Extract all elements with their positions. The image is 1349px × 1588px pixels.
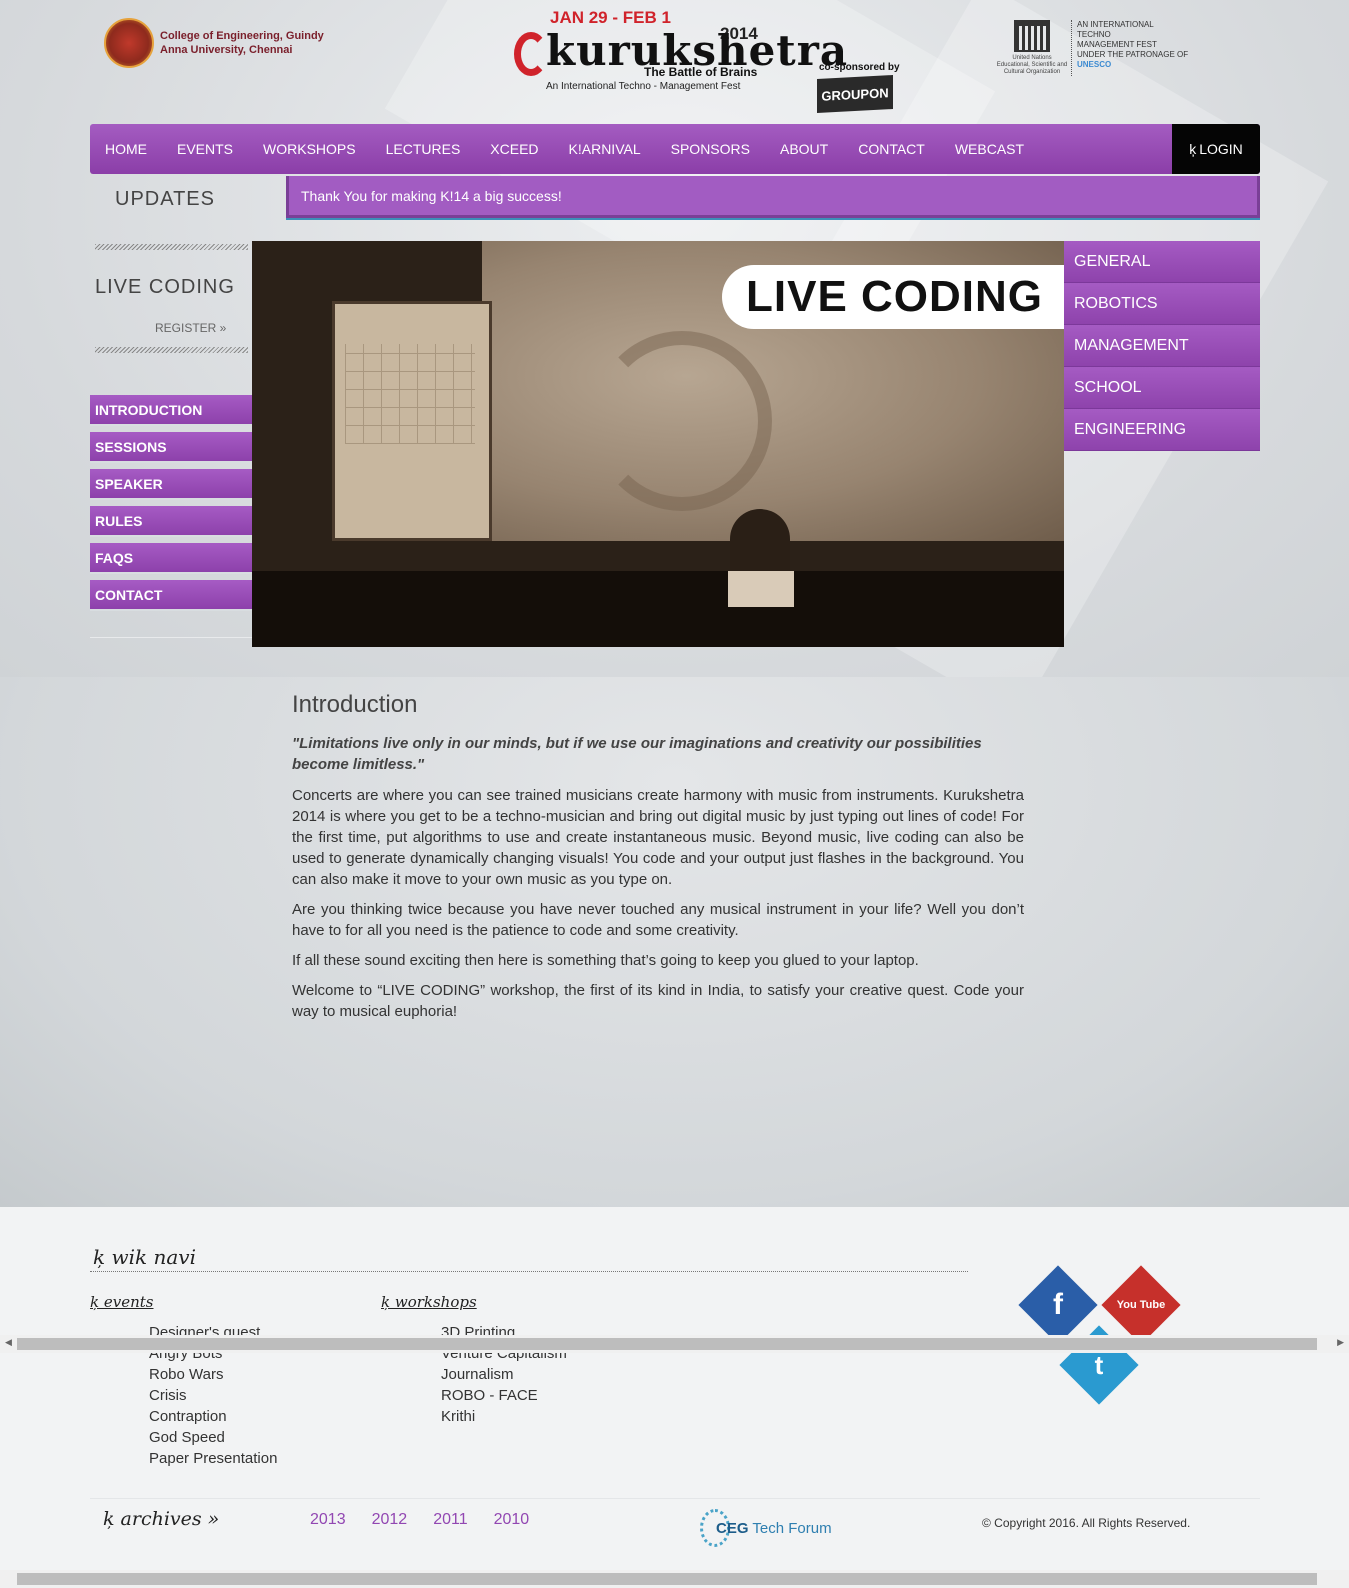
updates-ticker[interactable]: Thank You for making K!14 a big success!	[286, 176, 1260, 218]
divider	[90, 1498, 1260, 1499]
scroll-right-icon[interactable]: ▶	[1337, 1337, 1344, 1348]
facebook-icon[interactable]: f	[1018, 1265, 1098, 1345]
nav-sponsors[interactable]: SPONSORS	[671, 141, 750, 157]
hero-image: LIVE CODING	[252, 241, 1064, 647]
ticker-text: Thank You for making K!14 a big success!	[301, 187, 562, 204]
college-logo[interactable]: College of Engineering, Guindy Anna Univ…	[104, 18, 324, 68]
copyright: © Copyright 2016. All Rights Reserved.	[982, 1516, 1191, 1530]
list-item[interactable]: Contraption	[149, 1406, 277, 1427]
side-item-speaker[interactable]: SPEAKER	[90, 469, 252, 500]
side-item-sessions[interactable]: SESSIONS	[90, 432, 252, 463]
nav-webcast[interactable]: WEBCAST	[955, 141, 1024, 157]
sponsor-label: co-sponsored by	[819, 62, 900, 73]
archive-year[interactable]: 2011	[433, 1511, 467, 1529]
archive-year[interactable]: 2012	[372, 1511, 408, 1529]
list-item[interactable]: Journalism	[441, 1364, 567, 1385]
kurukshetra-logo[interactable]: JAN 29 - FEB 1 2014 kurukshetra The Batt…	[514, 6, 847, 102]
workshops-heading[interactable]: ķ workshops	[381, 1293, 477, 1311]
ctf-text: CEG Tech Forum	[716, 1519, 832, 1537]
nav-events[interactable]: EVENTS	[177, 141, 233, 157]
top-area: College of Engineering, Guindy Anna Univ…	[0, 0, 1349, 677]
laptop	[728, 571, 794, 607]
horizontal-scrollbar[interactable]: ◀ ▶	[0, 1335, 1349, 1353]
footer: ķ wik navi ķ events Designer's quest Ang…	[0, 1207, 1349, 1588]
unesco-logo[interactable]: United Nations Educational, Scientific a…	[996, 20, 1188, 76]
list-item[interactable]: Robo Wars	[149, 1364, 277, 1385]
college-crest-icon	[104, 18, 154, 68]
category-school[interactable]: SCHOOL	[1064, 367, 1260, 409]
intro-title: Introduction	[292, 691, 418, 718]
list-item[interactable]: God Speed	[149, 1427, 277, 1448]
nav-karnival[interactable]: K!ARNIVAL	[569, 141, 641, 157]
nav-about[interactable]: ABOUT	[780, 141, 828, 157]
scroll-left-icon[interactable]: ◀	[5, 1337, 12, 1348]
nav-workshops[interactable]: WORKSHOPS	[263, 141, 356, 157]
swirl-projection	[592, 331, 772, 511]
groupon-logo[interactable]: GROUPON	[817, 75, 893, 113]
unesco-mark: United Nations Educational, Scientific a…	[996, 20, 1068, 76]
swirl-icon	[514, 32, 548, 76]
intro-article: Introduction "Limitations live only in o…	[292, 691, 1024, 1031]
main-nav: HOME EVENTS WORKSHOPS LECTURES XCEED K!A…	[90, 124, 1260, 174]
divider	[90, 1271, 968, 1272]
intro-paragraph: If all these sound exciting then here is…	[292, 952, 919, 969]
archive-years: 2013 2012 2011 2010	[310, 1511, 555, 1529]
stage	[252, 571, 1064, 647]
nav-contact[interactable]: CONTACT	[858, 141, 925, 157]
nav-xceed[interactable]: XCEED	[490, 141, 538, 157]
login-button[interactable]: ķ LOGIN	[1172, 124, 1260, 174]
category-menu: GENERAL ROBOTICS MANAGEMENT SCHOOL ENGIN…	[1064, 241, 1260, 451]
fest-subtagline: An International Techno - Management Fes…	[546, 81, 741, 92]
side-item-rules[interactable]: RULES	[90, 506, 252, 537]
register-link[interactable]: REGISTER »	[155, 321, 226, 335]
college-name: College of Engineering, Guindy Anna Univ…	[160, 30, 324, 56]
list-item[interactable]: ROBO - FACE	[441, 1385, 567, 1406]
archive-year[interactable]: 2013	[310, 1511, 346, 1529]
list-item[interactable]: Crisis	[149, 1385, 277, 1406]
updates-label: UPDATES	[115, 188, 215, 210]
ceg-tech-forum-logo[interactable]: CEG Tech Forum	[700, 1509, 832, 1547]
archive-year[interactable]: 2010	[494, 1511, 530, 1529]
monitor	[332, 301, 492, 541]
scrollbar-thumb[interactable]	[17, 1338, 1317, 1350]
category-general[interactable]: GENERAL	[1064, 241, 1260, 283]
monitor-graph	[345, 344, 475, 444]
k-logo-icon: ķ	[1189, 141, 1197, 157]
archives-link[interactable]: ķ archives »	[103, 1508, 219, 1530]
divider	[95, 347, 248, 353]
side-item-contact[interactable]: CONTACT	[90, 580, 252, 611]
nav-home[interactable]: HOME	[105, 141, 147, 157]
quick-navi-title: ķ wik navi	[93, 1245, 196, 1269]
fest-tagline: The Battle of Brains	[644, 65, 758, 79]
category-robotics[interactable]: ROBOTICS	[1064, 283, 1260, 325]
fest-dates: JAN 29 - FEB 1	[550, 8, 671, 27]
youtube-icon[interactable]: You Tube	[1101, 1265, 1181, 1345]
side-item-introduction[interactable]: INTRODUCTION	[90, 395, 252, 426]
intro-paragraph: Concerts are where you can see trained m…	[292, 787, 1024, 888]
side-item-faqs[interactable]: FAQS	[90, 543, 252, 574]
divider	[95, 244, 248, 250]
workshop-title: LIVE CODING	[95, 276, 235, 298]
events-heading[interactable]: ķ events	[90, 1293, 153, 1311]
content-section: Introduction "Limitations live only in o…	[0, 677, 1349, 1207]
hero-banner: LIVE CODING	[722, 265, 1064, 329]
login-label: LOGIN	[1199, 141, 1243, 157]
intro-paragraph: Are you thinking twice because you have …	[292, 901, 1024, 939]
page-horizontal-scrollbar[interactable]	[0, 1570, 1349, 1588]
intro-quote: "Limitations live only in our minds, but…	[292, 735, 982, 773]
nav-lectures[interactable]: LECTURES	[386, 141, 461, 157]
category-engineering[interactable]: ENGINEERING	[1064, 409, 1260, 451]
category-management[interactable]: MANAGEMENT	[1064, 325, 1260, 367]
unesco-patronage-text: AN INTERNATIONAL TECHNO MANAGEMENT FEST …	[1071, 20, 1188, 76]
workshop-side-menu: INTRODUCTION SESSIONS SPEAKER RULES FAQS…	[90, 395, 252, 617]
list-item[interactable]: Paper Presentation	[149, 1448, 277, 1469]
divider	[90, 637, 252, 638]
scrollbar-thumb[interactable]	[17, 1573, 1317, 1585]
list-item[interactable]: Krithi	[441, 1406, 567, 1427]
intro-paragraph: Welcome to “LIVE CODING” workshop, the f…	[292, 982, 1024, 1020]
unesco-temple-icon	[1014, 20, 1050, 52]
